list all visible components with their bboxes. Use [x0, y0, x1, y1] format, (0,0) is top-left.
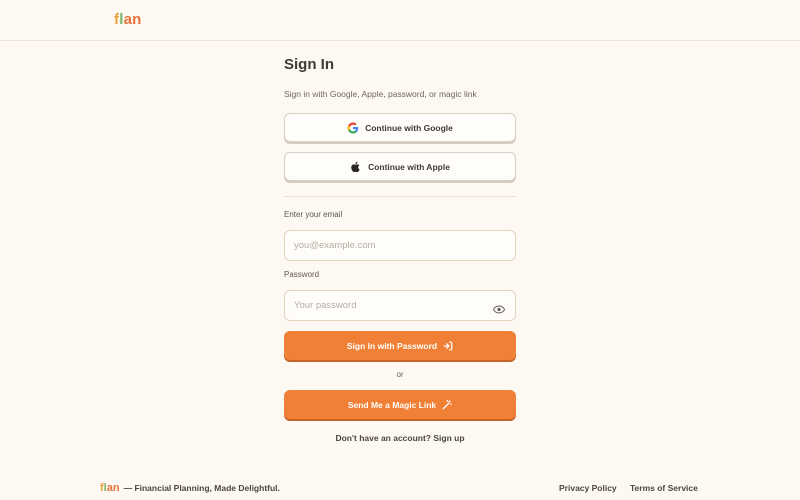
- logo-letter-n: n: [132, 11, 142, 28]
- google-signin-button[interactable]: Continue with Google: [284, 113, 516, 142]
- top-bar: flan: [0, 0, 800, 41]
- privacy-policy-link[interactable]: Privacy Policy: [559, 483, 617, 493]
- signup-prompt: Don't have an account? Sign up: [284, 433, 516, 443]
- password-signin-label: Sign In with Password: [346, 340, 438, 351]
- password-field[interactable]: [284, 290, 516, 321]
- magic-link-label: Send Me a Magic Link: [347, 399, 437, 410]
- or-separator: or: [396, 370, 404, 379]
- brand-logo[interactable]: flan: [114, 11, 142, 28]
- email-field[interactable]: [284, 230, 516, 261]
- password-signin-button[interactable]: Sign In with Password: [284, 331, 516, 360]
- google-icon: [347, 122, 359, 134]
- terms-of-service-link[interactable]: Terms of Service: [630, 483, 698, 493]
- login-arrow-icon: [443, 341, 453, 351]
- page-subtitle: Sign in with Google, Apple, password, or…: [284, 89, 477, 99]
- signup-link[interactable]: Don't have an account? Sign up: [335, 433, 464, 443]
- footer-brand: flan — Financial Planning, Made Delightf…: [100, 482, 280, 494]
- email-label: Enter your email: [284, 210, 343, 219]
- apple-signin-button[interactable]: Continue with Apple: [284, 152, 516, 181]
- google-signin-label: Continue with Google: [365, 122, 453, 133]
- signin-header: Sign In Sign in with Google, Apple, pass…: [284, 56, 516, 99]
- apple-signin-label: Continue with Apple: [368, 161, 450, 172]
- page-title: Sign In: [284, 56, 334, 73]
- eye-icon[interactable]: [492, 301, 506, 314]
- magic-wand-icon: [442, 399, 453, 410]
- logo-letter-a: a: [123, 11, 133, 28]
- password-label: Password: [284, 270, 320, 279]
- magic-link-button[interactable]: Send Me a Magic Link: [284, 390, 516, 419]
- section-divider: [284, 196, 516, 197]
- footer-tagline: — Financial Planning, Made Delightful.: [123, 483, 280, 493]
- footer-logo[interactable]: flan: [100, 482, 120, 494]
- apple-icon: [350, 161, 362, 173]
